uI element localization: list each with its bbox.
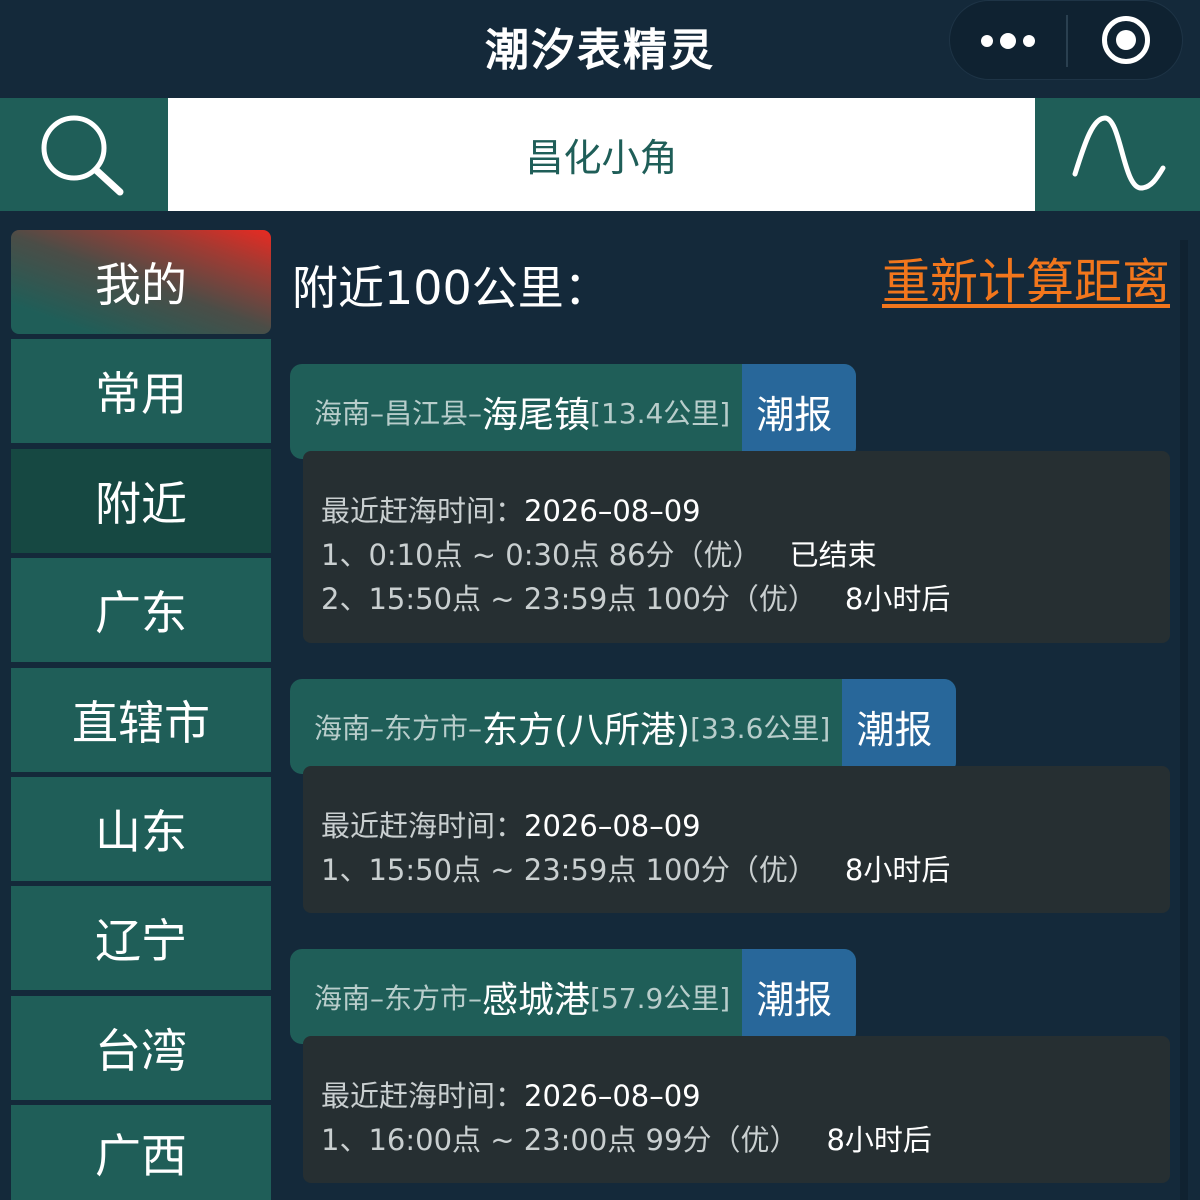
station-name: 东方(八所港)	[482, 709, 691, 751]
time-slot: 2、15:50点 ~ 23:59点 100分（优） 8小时后	[321, 577, 1170, 621]
sidebar-item-mine[interactable]: 我的	[11, 230, 271, 334]
sidebar-item-taiwan[interactable]: 台湾	[11, 996, 271, 1100]
tide-curve-button[interactable]	[1035, 98, 1200, 211]
date-line: 最近赶海时间：2026–08–09	[321, 489, 1170, 533]
time-slot-text: 1、16:00点 ~ 23:00点 99分（优）	[321, 1123, 799, 1157]
recalculate-distance-link[interactable]: 重新计算距离	[882, 242, 1170, 312]
time-slot-text: 1、0:10点 ~ 0:30点 86分（优）	[321, 538, 762, 572]
tide-report-button[interactable]: 潮报	[842, 679, 957, 774]
station-region: 海南–昌江县–	[314, 396, 483, 430]
station-distance: [13.4公里]	[590, 396, 731, 430]
station-header[interactable]: 海南–昌江县– 海尾镇 [13.4公里] 潮报	[290, 364, 857, 459]
search-bar	[0, 98, 1200, 211]
date-line: 最近赶海时间：2026–08–09	[321, 804, 1170, 848]
target-icon[interactable]	[1102, 16, 1150, 64]
time-slot-status: 8小时后	[826, 1123, 932, 1157]
date-label: 最近赶海时间：	[321, 1079, 525, 1113]
sidebar-item-common[interactable]: 常用	[11, 339, 271, 443]
sidebar-item-shandong[interactable]: 山东	[11, 777, 271, 881]
wave-icon	[1072, 115, 1166, 191]
mini-program-capsule	[949, 0, 1183, 80]
search-icon	[41, 115, 124, 196]
search-input[interactable]	[168, 98, 1035, 211]
station-detail: 最近赶海时间：2026–08–09 1、15:50点 ~ 23:59点 100分…	[303, 766, 1170, 913]
scrollbar-track[interactable]	[1180, 240, 1188, 1200]
time-slot: 1、0:10点 ~ 0:30点 86分（优） 已结束	[321, 533, 1170, 577]
station-header[interactable]: 海南–东方市– 感城港 [57.9公里] 潮报	[290, 949, 857, 1044]
date-line: 最近赶海时间：2026–08–09	[321, 1074, 1170, 1118]
sidebar-item-liaoning[interactable]: 辽宁	[11, 886, 271, 990]
date-value: 2026–08–09	[524, 494, 701, 528]
time-slot-text: 1、15:50点 ~ 23:59点 100分（优）	[321, 853, 817, 887]
date-value: 2026–08–09	[524, 809, 701, 843]
date-label: 最近赶海时间：	[321, 809, 525, 843]
station-detail: 最近赶海时间：2026–08–09 1、16:00点 ~ 23:00点 99分（…	[303, 1036, 1170, 1183]
sidebar-item-guangxi[interactable]: 广西	[11, 1105, 271, 1200]
sidebar-item-nearby[interactable]: 附近	[11, 449, 271, 553]
time-slot-text: 2、15:50点 ~ 23:59点 100分（优）	[321, 582, 817, 616]
station-distance: [57.9公里]	[590, 981, 731, 1015]
nearby-panel: 附近100公里： 重新计算距离 海南–昌江县– 海尾镇 [13.4公里] 潮报 …	[290, 230, 1180, 1200]
station-distance: [33.6公里]	[690, 711, 831, 745]
station-name: 海尾镇	[482, 394, 591, 436]
date-value: 2026–08–09	[524, 1079, 701, 1113]
time-slot: 1、16:00点 ~ 23:00点 99分（优） 8小时后	[321, 1118, 1170, 1162]
time-slot-status: 8小时后	[844, 853, 951, 887]
time-slot-status: 已结束	[789, 538, 877, 572]
time-slot-status: 8小时后	[844, 582, 951, 616]
capsule-divider	[1066, 15, 1068, 67]
tide-report-button[interactable]: 潮报	[742, 949, 857, 1044]
date-label: 最近赶海时间：	[321, 494, 525, 528]
station-region: 海南–东方市–	[314, 711, 483, 745]
station-header[interactable]: 海南–东方市– 东方(八所港) [33.6公里] 潮报	[290, 679, 957, 774]
station-name: 感城港	[482, 979, 591, 1021]
title-bar: 潮汐表精灵	[0, 0, 1200, 98]
station-region: 海南–东方市–	[314, 981, 483, 1015]
time-slot: 1、15:50点 ~ 23:59点 100分（优） 8小时后	[321, 848, 1170, 892]
sidebar-item-guangdong[interactable]: 广东	[11, 558, 271, 662]
search-button[interactable]	[0, 98, 168, 211]
sidebar-item-municipality[interactable]: 直辖市	[11, 668, 271, 772]
nearby-title: 附近100公里：	[292, 261, 610, 315]
more-dots-icon[interactable]	[950, 1, 1066, 81]
station-detail: 最近赶海时间：2026–08–09 1、0:10点 ~ 0:30点 86分（优）…	[303, 451, 1170, 643]
tide-report-button[interactable]: 潮报	[742, 364, 857, 459]
